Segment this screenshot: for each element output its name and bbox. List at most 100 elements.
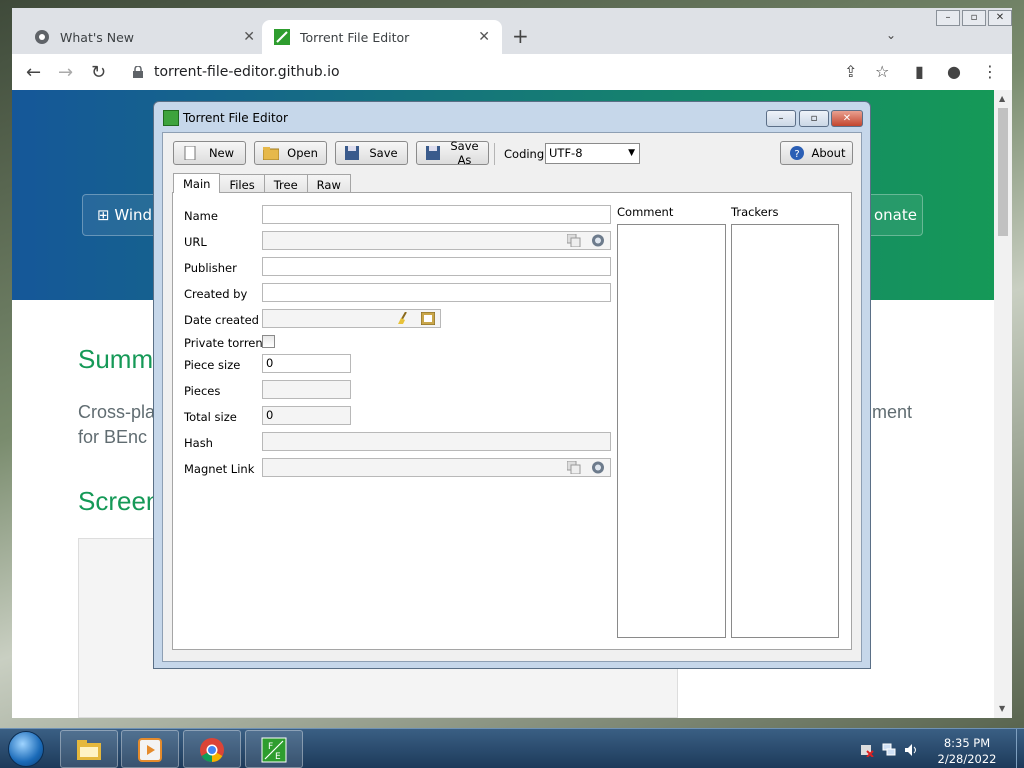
address-bar[interactable]: torrent-file-editor.github.io — [120, 59, 870, 86]
open-link-icon[interactable] — [591, 461, 605, 474]
copy-icon[interactable] — [567, 461, 581, 474]
clock[interactable]: 8:35 PM 2/28/2022 — [932, 735, 1002, 767]
coding-label: Coding — [504, 147, 545, 161]
forward-icon[interactable]: → — [58, 62, 73, 83]
open-button[interactable]: Open — [254, 141, 327, 165]
screenshots-heading: Screen — [78, 486, 161, 516]
total-size-label: Total size — [184, 410, 237, 424]
share-icon[interactable]: ⇪ — [844, 62, 857, 81]
torrent-file-editor-icon: FE — [261, 737, 287, 763]
browser-toolbar: ← → ↻ torrent-file-editor.github.io ⇪ ☆ … — [12, 54, 1012, 90]
pieces-field[interactable] — [262, 380, 351, 399]
lock-icon — [133, 66, 143, 78]
summary-heading: Summ — [78, 344, 154, 374]
new-button[interactable]: New — [173, 141, 246, 165]
reload-icon[interactable]: ↻ — [91, 62, 106, 83]
tfe-icon — [274, 29, 290, 45]
tab-files[interactable]: Files — [219, 174, 265, 193]
url-field[interactable] — [262, 231, 611, 250]
browser-tab-torrent-file-editor[interactable]: Torrent File Editor ✕ — [262, 20, 502, 54]
tab-tree[interactable]: Tree — [263, 174, 308, 193]
date-created-label: Date created — [184, 313, 259, 327]
page-scrollbar[interactable]: ▲ ▼ — [994, 90, 1012, 718]
summary-text-end: ment — [872, 402, 913, 422]
chevron-down-icon[interactable]: ⌄ — [886, 28, 896, 42]
svg-text:E: E — [275, 752, 281, 762]
back-icon[interactable]: ← — [26, 62, 41, 83]
piece-size-field[interactable]: 0 — [262, 354, 351, 373]
browser-tab-whats-new[interactable]: What's New ✕ — [22, 20, 267, 54]
close-tab-icon[interactable]: ✕ — [478, 29, 490, 45]
private-torrent-checkbox[interactable] — [262, 335, 275, 348]
taskbar-explorer[interactable] — [60, 730, 118, 768]
piece-size-label: Piece size — [184, 358, 241, 372]
network-icon[interactable] — [882, 743, 896, 757]
star-icon[interactable]: ☆ — [875, 62, 889, 81]
hash-field[interactable] — [262, 432, 611, 451]
torrent-editor-window: Torrent File Editor – ▫ ✕ New Open Save … — [153, 101, 871, 669]
created-by-field[interactable] — [262, 283, 611, 302]
coding-select[interactable]: UTF-8 ▼ — [545, 143, 640, 164]
app-icon — [163, 110, 179, 126]
editor-title: Torrent File Editor — [183, 111, 288, 125]
taskbar: FE 8:35 PM 2/28/2022 — [0, 728, 1024, 768]
editor-titlebar[interactable]: Torrent File Editor – ▫ ✕ — [154, 102, 870, 132]
private-torrent-label: Private torrent — [184, 336, 268, 350]
taskbar-media-player[interactable] — [121, 730, 179, 768]
maximize-icon[interactable]: ▫ — [962, 10, 986, 26]
profile-icon[interactable]: ● — [947, 62, 961, 81]
show-desktop-button[interactable] — [1016, 729, 1024, 768]
scroll-up-icon[interactable]: ▲ — [999, 94, 1005, 103]
scroll-down-icon[interactable]: ▼ — [999, 704, 1005, 713]
clear-broom-icon[interactable] — [397, 312, 411, 325]
close-button[interactable]: ✕ — [831, 110, 863, 127]
start-button[interactable] — [8, 731, 44, 767]
side-panel-icon[interactable]: ▮ — [915, 62, 924, 81]
windows-icon: ⊞ — [97, 206, 110, 224]
date-created-field[interactable] — [262, 309, 441, 328]
summary-text-line2: for BEnc — [78, 427, 148, 447]
system-tray: 8:35 PM 2/28/2022 — [856, 733, 1016, 767]
tab-title: Torrent File Editor — [300, 29, 410, 45]
about-button[interactable]: ? About — [780, 141, 853, 165]
url-label: URL — [184, 235, 207, 249]
tab-main[interactable]: Main — [173, 173, 221, 193]
taskbar-chrome[interactable] — [183, 730, 241, 768]
copy-icon[interactable] — [567, 234, 581, 247]
floppy-disk-icon — [345, 146, 359, 160]
created-by-label: Created by — [184, 287, 248, 301]
comment-label: Comment — [617, 205, 674, 219]
dropdown-arrow-icon: ▼ — [628, 148, 635, 158]
close-icon[interactable]: ✕ — [988, 10, 1012, 26]
tab-raw[interactable]: Raw — [306, 174, 351, 193]
svg-text:?: ? — [794, 149, 799, 160]
comment-textbox[interactable] — [617, 224, 726, 638]
total-size-field[interactable]: 0 — [262, 406, 351, 425]
calendar-icon[interactable] — [421, 312, 435, 325]
help-icon: ? — [790, 146, 804, 160]
save-button[interactable]: Save — [335, 141, 408, 165]
close-tab-icon[interactable]: ✕ — [243, 29, 255, 45]
scroll-thumb[interactable] — [998, 108, 1008, 236]
magnet-link-label: Magnet Link — [184, 462, 255, 476]
magnet-link-field[interactable] — [262, 458, 611, 477]
main-tab-panel: Name URL Publisher Created by Date creat… — [172, 192, 852, 650]
trackers-textbox[interactable] — [731, 224, 839, 638]
name-field[interactable] — [262, 205, 611, 224]
open-link-icon[interactable] — [591, 234, 605, 247]
minimize-icon[interactable]: – — [936, 10, 960, 26]
taskbar-torrent-file-editor[interactable]: FE — [245, 730, 303, 768]
maximize-button[interactable]: ▫ — [799, 110, 829, 127]
volume-icon[interactable] — [904, 743, 918, 757]
floppy-disk-icon — [426, 146, 440, 160]
donate-button[interactable]: onate — [867, 194, 923, 236]
svg-text:F: F — [268, 742, 273, 752]
menu-icon[interactable]: ⋮ — [982, 62, 998, 81]
minimize-button[interactable]: – — [766, 110, 796, 127]
chrome-icon — [200, 738, 224, 762]
action-center-icon[interactable] — [860, 743, 874, 757]
summary-text: Cross-pla — [78, 402, 156, 422]
save-as-button[interactable]: Save As — [416, 139, 489, 167]
publisher-field[interactable] — [262, 257, 611, 276]
new-tab-icon[interactable]: + — [512, 24, 529, 48]
